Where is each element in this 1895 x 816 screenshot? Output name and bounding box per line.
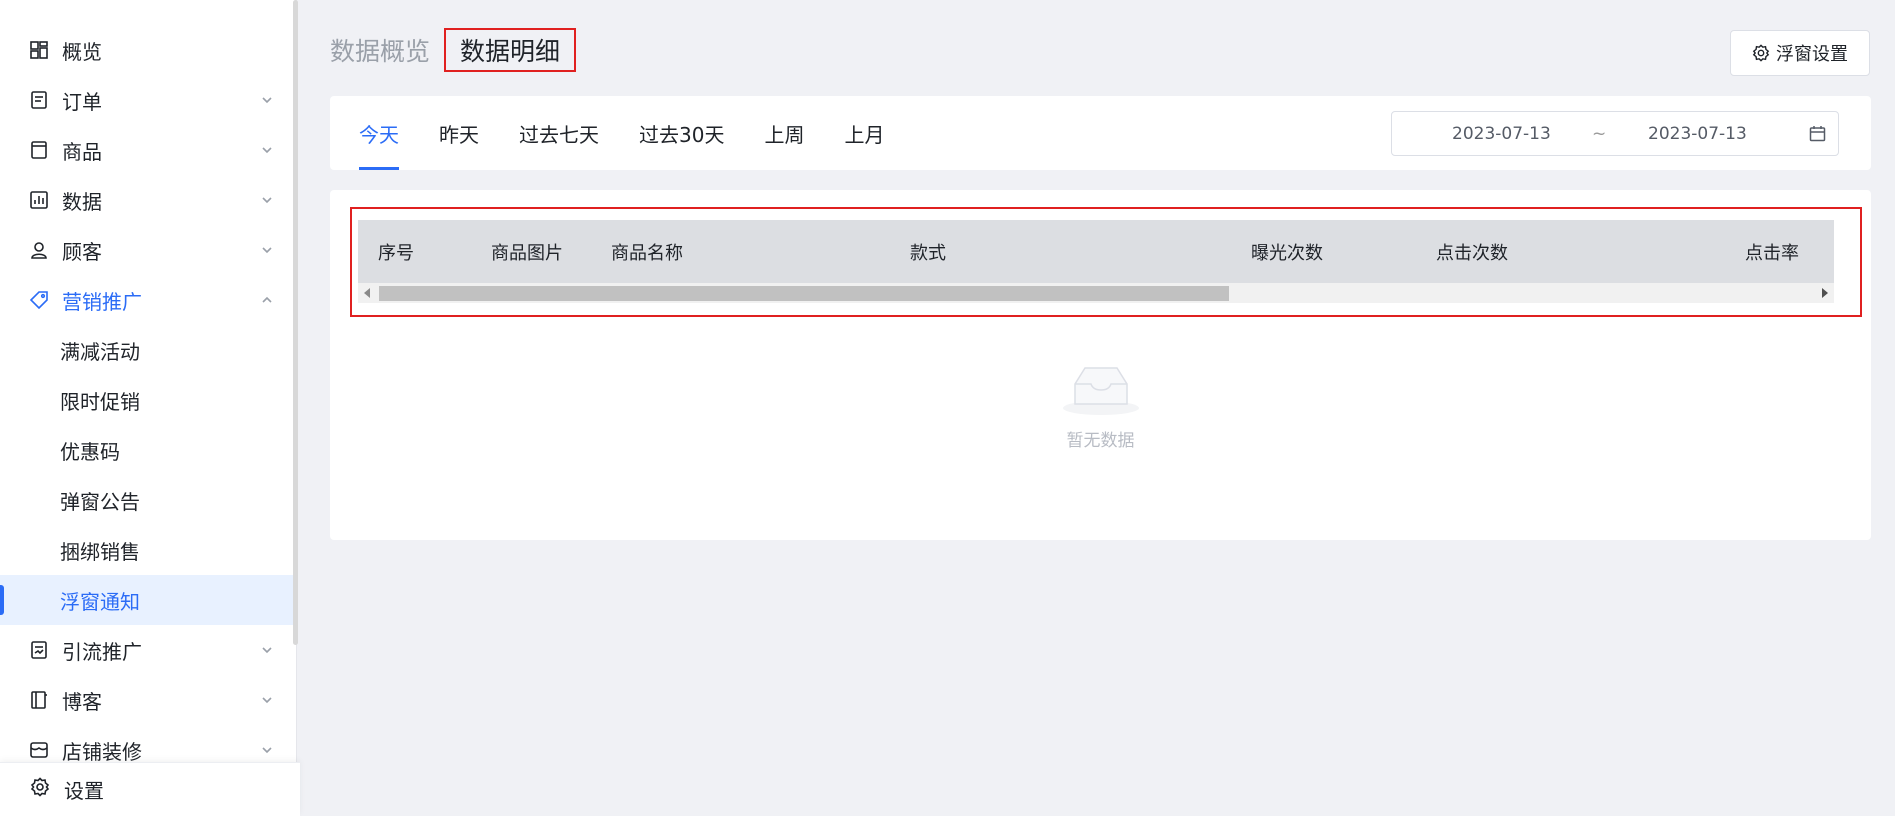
chevron-down-icon xyxy=(262,247,272,254)
sidebar-subitem-discount[interactable]: 满减活动 xyxy=(0,325,293,375)
sidebar-subitem-coupon[interactable]: 优惠码 xyxy=(0,425,293,475)
column-header-name: 商品名称 xyxy=(611,242,683,264)
float-settings-button[interactable]: 浮窗设置 xyxy=(1730,30,1870,76)
table-card: 序号 商品图片 商品名称 款式 曝光次数 点击次数 点击率 暂无数据 xyxy=(330,190,1871,540)
sidebar-subitem-flash-sale[interactable]: 限时促销 xyxy=(0,375,293,425)
chevron-down-icon xyxy=(262,697,272,704)
sidebar-item-traffic[interactable]: 引流推广 xyxy=(0,625,293,675)
main-content: 数据概览 数据明细 浮窗设置 今天 昨天 过去七天 过去30天 上周 上月 20… xyxy=(298,0,1895,816)
sidebar-item-label: 优惠码 xyxy=(60,439,120,464)
start-date[interactable]: 2023-07-13 xyxy=(1452,124,1551,144)
sidebar-item-label: 博客 xyxy=(62,689,102,714)
sidebar-item-customers[interactable]: 顾客 xyxy=(0,225,293,275)
column-header-image: 商品图片 xyxy=(491,242,563,264)
empty-text: 暂无数据 xyxy=(1066,431,1135,451)
chevron-down-icon xyxy=(262,197,272,204)
sidebar-item-label: 顾客 xyxy=(62,239,102,264)
sidebar-subitem-float-notice[interactable]: 浮窗通知 xyxy=(0,575,293,625)
sidebar-item-label: 商品 xyxy=(62,139,102,164)
traffic-icon xyxy=(30,641,48,659)
chevron-down-icon xyxy=(262,147,272,154)
chevron-up-icon xyxy=(262,296,272,303)
sidebar-subitem-popup[interactable]: 弹窗公告 xyxy=(0,475,293,525)
chevron-down-icon xyxy=(262,647,272,654)
date-separator: ~ xyxy=(1592,123,1607,144)
column-header-impressions: 曝光次数 xyxy=(1251,242,1323,264)
sidebar: 概览 订单 商品 数据 顾客 营销推广 满减活动 限时促销 优惠码 弹窗公告 捆… xyxy=(0,0,298,816)
sidebar-item-overview[interactable]: 概览 xyxy=(0,25,293,75)
scroll-right-arrow-icon[interactable] xyxy=(1822,288,1828,298)
sidebar-item-label: 限时促销 xyxy=(60,389,140,414)
sidebar-subitem-bundle[interactable]: 捆绑销售 xyxy=(0,525,293,575)
tag-icon xyxy=(30,291,48,309)
sidebar-item-label: 数据 xyxy=(62,189,102,214)
settings-label: 设置 xyxy=(64,779,104,803)
filter-card: 今天 昨天 过去七天 过去30天 上周 上月 2023-07-13 ~ 2023… xyxy=(330,96,1871,170)
sidebar-item-orders[interactable]: 订单 xyxy=(0,75,293,125)
column-header-variant: 款式 xyxy=(910,242,946,264)
page-tabs: 数据概览 数据明细 xyxy=(330,28,577,72)
column-header-clicks: 点击次数 xyxy=(1436,242,1508,264)
gear-icon xyxy=(30,777,50,802)
scrollbar-thumb[interactable] xyxy=(379,286,1229,301)
sidebar-item-blog[interactable]: 博客 xyxy=(0,675,293,725)
tab-data-overview[interactable]: 数据概览 xyxy=(330,32,430,68)
store-icon xyxy=(30,741,48,759)
sidebar-item-label: 营销推广 xyxy=(62,289,142,314)
column-header-ctr: 点击率 xyxy=(1745,242,1799,264)
chart-icon xyxy=(30,191,48,209)
chevron-down-icon xyxy=(262,747,272,754)
range-tab-last-month[interactable]: 上月 xyxy=(844,96,884,170)
sidebar-item-label: 概览 xyxy=(62,39,102,64)
date-range-picker[interactable]: 2023-07-13 ~ 2023-07-13 xyxy=(1391,111,1839,156)
sidebar-item-marketing[interactable]: 营销推广 xyxy=(0,275,293,325)
range-tab-yesterday[interactable]: 昨天 xyxy=(439,96,479,170)
chevron-down-icon xyxy=(262,97,272,104)
gear-icon xyxy=(1752,44,1770,62)
column-header-index: 序号 xyxy=(378,242,414,264)
sidebar-item-label: 满减活动 xyxy=(60,339,140,364)
sidebar-item-label: 店铺装修 xyxy=(62,739,142,764)
blog-icon xyxy=(30,691,48,709)
empty-inbox-icon xyxy=(1062,367,1139,415)
range-tab-last-week[interactable]: 上周 xyxy=(764,96,804,170)
calendar-icon[interactable] xyxy=(1809,125,1826,142)
empty-state: 暂无数据 xyxy=(330,360,1871,451)
product-icon xyxy=(30,141,48,159)
sidebar-item-label: 弹窗公告 xyxy=(60,489,140,514)
date-range-tabs: 今天 昨天 过去七天 过去30天 上周 上月 xyxy=(359,96,924,170)
horizontal-scrollbar[interactable] xyxy=(358,283,1834,303)
scroll-left-arrow-icon[interactable] xyxy=(364,288,370,298)
sidebar-item-data[interactable]: 数据 xyxy=(0,175,293,225)
sidebar-item-products[interactable]: 商品 xyxy=(0,125,293,175)
tab-data-detail[interactable]: 数据明细 xyxy=(444,28,577,72)
range-tab-last-30-days[interactable]: 过去30天 xyxy=(639,96,724,170)
sidebar-settings[interactable]: 设置 xyxy=(0,762,300,816)
sidebar-item-label: 订单 xyxy=(62,89,102,114)
user-icon xyxy=(30,241,48,259)
sidebar-item-label: 引流推广 xyxy=(62,639,142,664)
dashboard-icon xyxy=(30,41,48,59)
range-tab-today[interactable]: 今天 xyxy=(359,96,399,170)
sidebar-item-label: 浮窗通知 xyxy=(60,589,140,614)
table-header: 序号 商品图片 商品名称 款式 曝光次数 点击次数 点击率 xyxy=(358,220,1834,283)
range-tab-last-7-days[interactable]: 过去七天 xyxy=(519,96,599,170)
sidebar-item-label: 捆绑销售 xyxy=(60,539,140,564)
end-date[interactable]: 2023-07-13 xyxy=(1648,124,1747,144)
order-icon xyxy=(30,91,48,109)
float-settings-label: 浮窗设置 xyxy=(1776,44,1848,65)
